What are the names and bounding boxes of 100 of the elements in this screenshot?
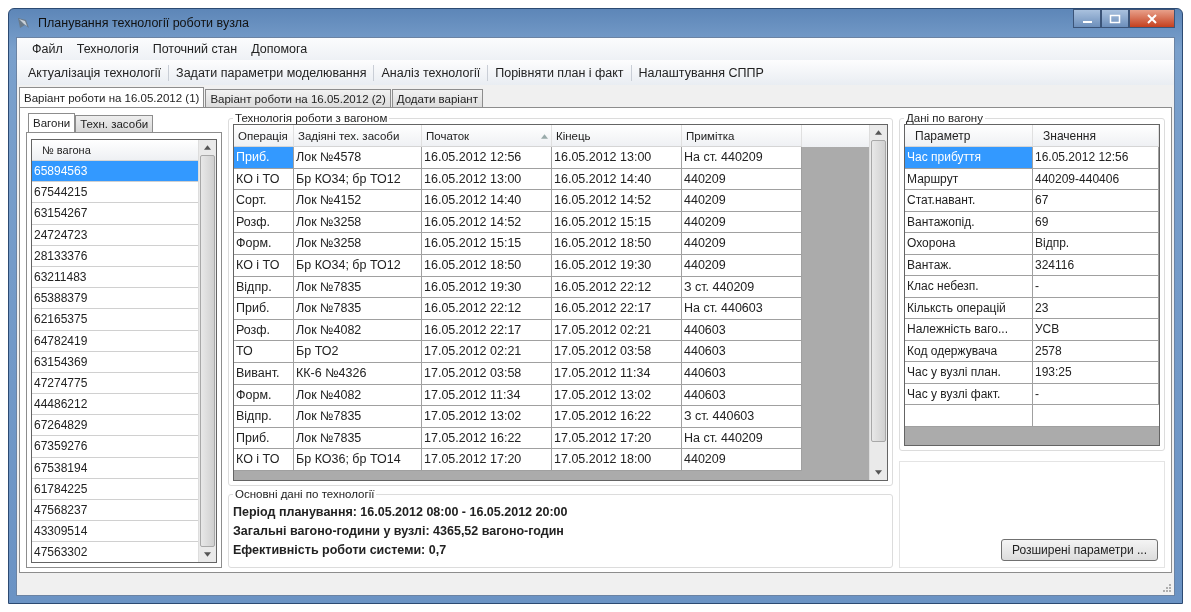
group-title: Технологія роботи з вагоном bbox=[234, 112, 389, 124]
table-cell: 16.05.2012 14:40 bbox=[422, 190, 552, 212]
table-cell: Лок №4082 bbox=[294, 384, 422, 407]
table-cell: Лок №7835 bbox=[294, 406, 422, 428]
table-cell: КО і ТО bbox=[234, 168, 294, 191]
table-cell: Приб. bbox=[234, 147, 294, 169]
toolbar-button[interactable]: Аналіз технології bbox=[376, 63, 486, 82]
scrollbar[interactable] bbox=[869, 125, 887, 480]
table-cell: 17.05.2012 02:21 bbox=[552, 319, 682, 342]
tab[interactable]: Варіант роботи на 16.05.2012 (1) bbox=[19, 87, 205, 107]
table-cell: 440209-440406 bbox=[1033, 168, 1159, 190]
table-cell: 2578 bbox=[1033, 340, 1159, 362]
table-cell: 16.05.2012 15:15 bbox=[552, 211, 682, 234]
tab[interactable]: Вагони bbox=[28, 113, 76, 132]
menu-item[interactable]: Файл bbox=[25, 42, 70, 56]
table-cell: 440209 bbox=[682, 211, 802, 234]
table-cell: 16.05.2012 22:17 bbox=[422, 319, 552, 342]
table-cell: - bbox=[1033, 276, 1159, 298]
toolbar-button[interactable]: Актуалізація технології bbox=[23, 63, 167, 82]
table-cell: Код одержувача bbox=[905, 340, 1033, 362]
table-cell: Лок №4578 bbox=[294, 147, 422, 169]
table-cell: Час прибуття bbox=[905, 147, 1033, 169]
table-cell: Відпр. bbox=[1033, 233, 1159, 255]
table-cell: Клас небезп. bbox=[905, 276, 1033, 298]
table-cell: ТО bbox=[234, 341, 294, 363]
table-cell: 17.05.2012 03:58 bbox=[552, 341, 682, 363]
menu-item[interactable]: Технологія bbox=[69, 42, 146, 56]
table-cell: 16.05.2012 13:00 bbox=[422, 168, 552, 191]
table-cell: Бр КО34; бр ТО12 bbox=[294, 168, 422, 191]
table-cell: Лок №4082 bbox=[294, 319, 422, 342]
toolbar-button[interactable]: Задати параметри моделювання bbox=[171, 63, 372, 82]
table-cell: На ст. 440209 bbox=[682, 147, 802, 169]
table-cell: 67 bbox=[1033, 190, 1159, 212]
table-cell: Вантажопід. bbox=[905, 211, 1033, 233]
table-cell: 440209 bbox=[682, 254, 802, 277]
toolbar-button[interactable]: Порівняти план і факт bbox=[490, 63, 629, 82]
close-icon bbox=[1146, 13, 1158, 24]
table-cell: Час у вузлі план. bbox=[905, 362, 1033, 384]
table-cell: 17.05.2012 11:34 bbox=[552, 362, 682, 385]
table-cell: Приб. bbox=[234, 427, 294, 450]
table-cell: Лок №7835 bbox=[294, 276, 422, 299]
table-cell: 16.05.2012 22:12 bbox=[422, 298, 552, 320]
table-cell: Бр КО34; бр ТО12 bbox=[294, 254, 422, 277]
table-cell: З ст. 440603 bbox=[682, 406, 802, 428]
minimize-button[interactable] bbox=[1073, 9, 1101, 28]
table-cell: Кільксть операцій bbox=[905, 297, 1033, 319]
table-cell: Стат.навант. bbox=[905, 190, 1033, 212]
toolbar-button[interactable]: Налаштування СППР bbox=[633, 63, 769, 82]
minimize-icon bbox=[1082, 20, 1092, 23]
table-cell: На ст. 440603 bbox=[682, 298, 802, 320]
table-cell: Сорт. bbox=[234, 190, 294, 212]
scroll-up-icon[interactable] bbox=[204, 145, 211, 150]
table-cell: Відпр. bbox=[234, 406, 294, 428]
summary-text: Загальні вагоно-години у вузлі: 4365,52 вагоно-годин bbox=[233, 524, 565, 538]
table-cell: 17.05.2012 17:20 bbox=[422, 449, 552, 471]
tab[interactable]: Додати варіант bbox=[391, 89, 483, 107]
table-cell: 16.05.2012 13:00 bbox=[552, 147, 682, 169]
table-cell: 16.05.2012 18:50 bbox=[422, 254, 552, 277]
summary-text: Ефективність роботи системи: 0,7 bbox=[233, 543, 448, 557]
table-cell: 440603 bbox=[682, 384, 802, 407]
table-cell: 16.05.2012 12:56 bbox=[1033, 147, 1159, 169]
table-cell: 17.05.2012 11:34 bbox=[422, 384, 552, 407]
tab[interactable]: Варіант роботи на 16.05.2012 (2) bbox=[205, 89, 391, 107]
table-cell: Приб. bbox=[234, 298, 294, 320]
table-cell: Охорона bbox=[905, 233, 1033, 255]
menu-item[interactable]: Поточний стан bbox=[145, 42, 245, 56]
table-cell: 440603 bbox=[682, 319, 802, 342]
table-cell: Час у вузлі факт. bbox=[905, 383, 1033, 405]
table-cell: З ст. 440209 bbox=[682, 276, 802, 299]
window-title: Планування технології роботи вузла bbox=[38, 16, 250, 30]
table-cell: Вивант. bbox=[234, 362, 294, 385]
group-title: Основні дані по технології bbox=[234, 488, 376, 500]
close-button[interactable] bbox=[1129, 9, 1175, 28]
table-cell: УСВ bbox=[1033, 319, 1159, 341]
table-cell: 17.05.2012 18:00 bbox=[552, 449, 682, 471]
scrollbar[interactable] bbox=[198, 140, 216, 562]
advanced-parameters-button[interactable]: Розширені параметри ... bbox=[1000, 539, 1158, 561]
table-cell: Відпр. bbox=[234, 276, 294, 299]
table-cell: 17.05.2012 16:22 bbox=[422, 427, 552, 450]
table-cell: 17.05.2012 13:02 bbox=[552, 384, 682, 407]
menu-item[interactable]: Допомога bbox=[244, 42, 315, 56]
scroll-down-icon[interactable] bbox=[875, 470, 882, 475]
scroll-up-icon[interactable] bbox=[875, 130, 882, 135]
resize-grip-icon bbox=[1162, 583, 1172, 593]
tab[interactable]: Техн. засоби bbox=[75, 115, 154, 132]
maximize-button[interactable] bbox=[1101, 9, 1129, 28]
table-cell: 23 bbox=[1033, 297, 1159, 319]
table-cell: Лок №3258 bbox=[294, 211, 422, 234]
table-cell: 324116 bbox=[1033, 254, 1159, 276]
table-cell: Належність ваго... bbox=[905, 319, 1033, 341]
table-cell: 69 bbox=[1033, 211, 1159, 233]
table-cell: 193:25 bbox=[1033, 362, 1159, 384]
table-cell: 16.05.2012 19:30 bbox=[552, 254, 682, 277]
scroll-down-icon[interactable] bbox=[204, 552, 211, 557]
table-cell: Лок №7835 bbox=[294, 427, 422, 450]
table-cell: - bbox=[1033, 383, 1159, 405]
table-cell: 16.05.2012 18:50 bbox=[552, 233, 682, 255]
table-cell: Бр ТО2 bbox=[294, 341, 422, 363]
table-cell: 16.05.2012 14:40 bbox=[552, 168, 682, 191]
table-cell: 17.05.2012 02:21 bbox=[422, 341, 552, 363]
